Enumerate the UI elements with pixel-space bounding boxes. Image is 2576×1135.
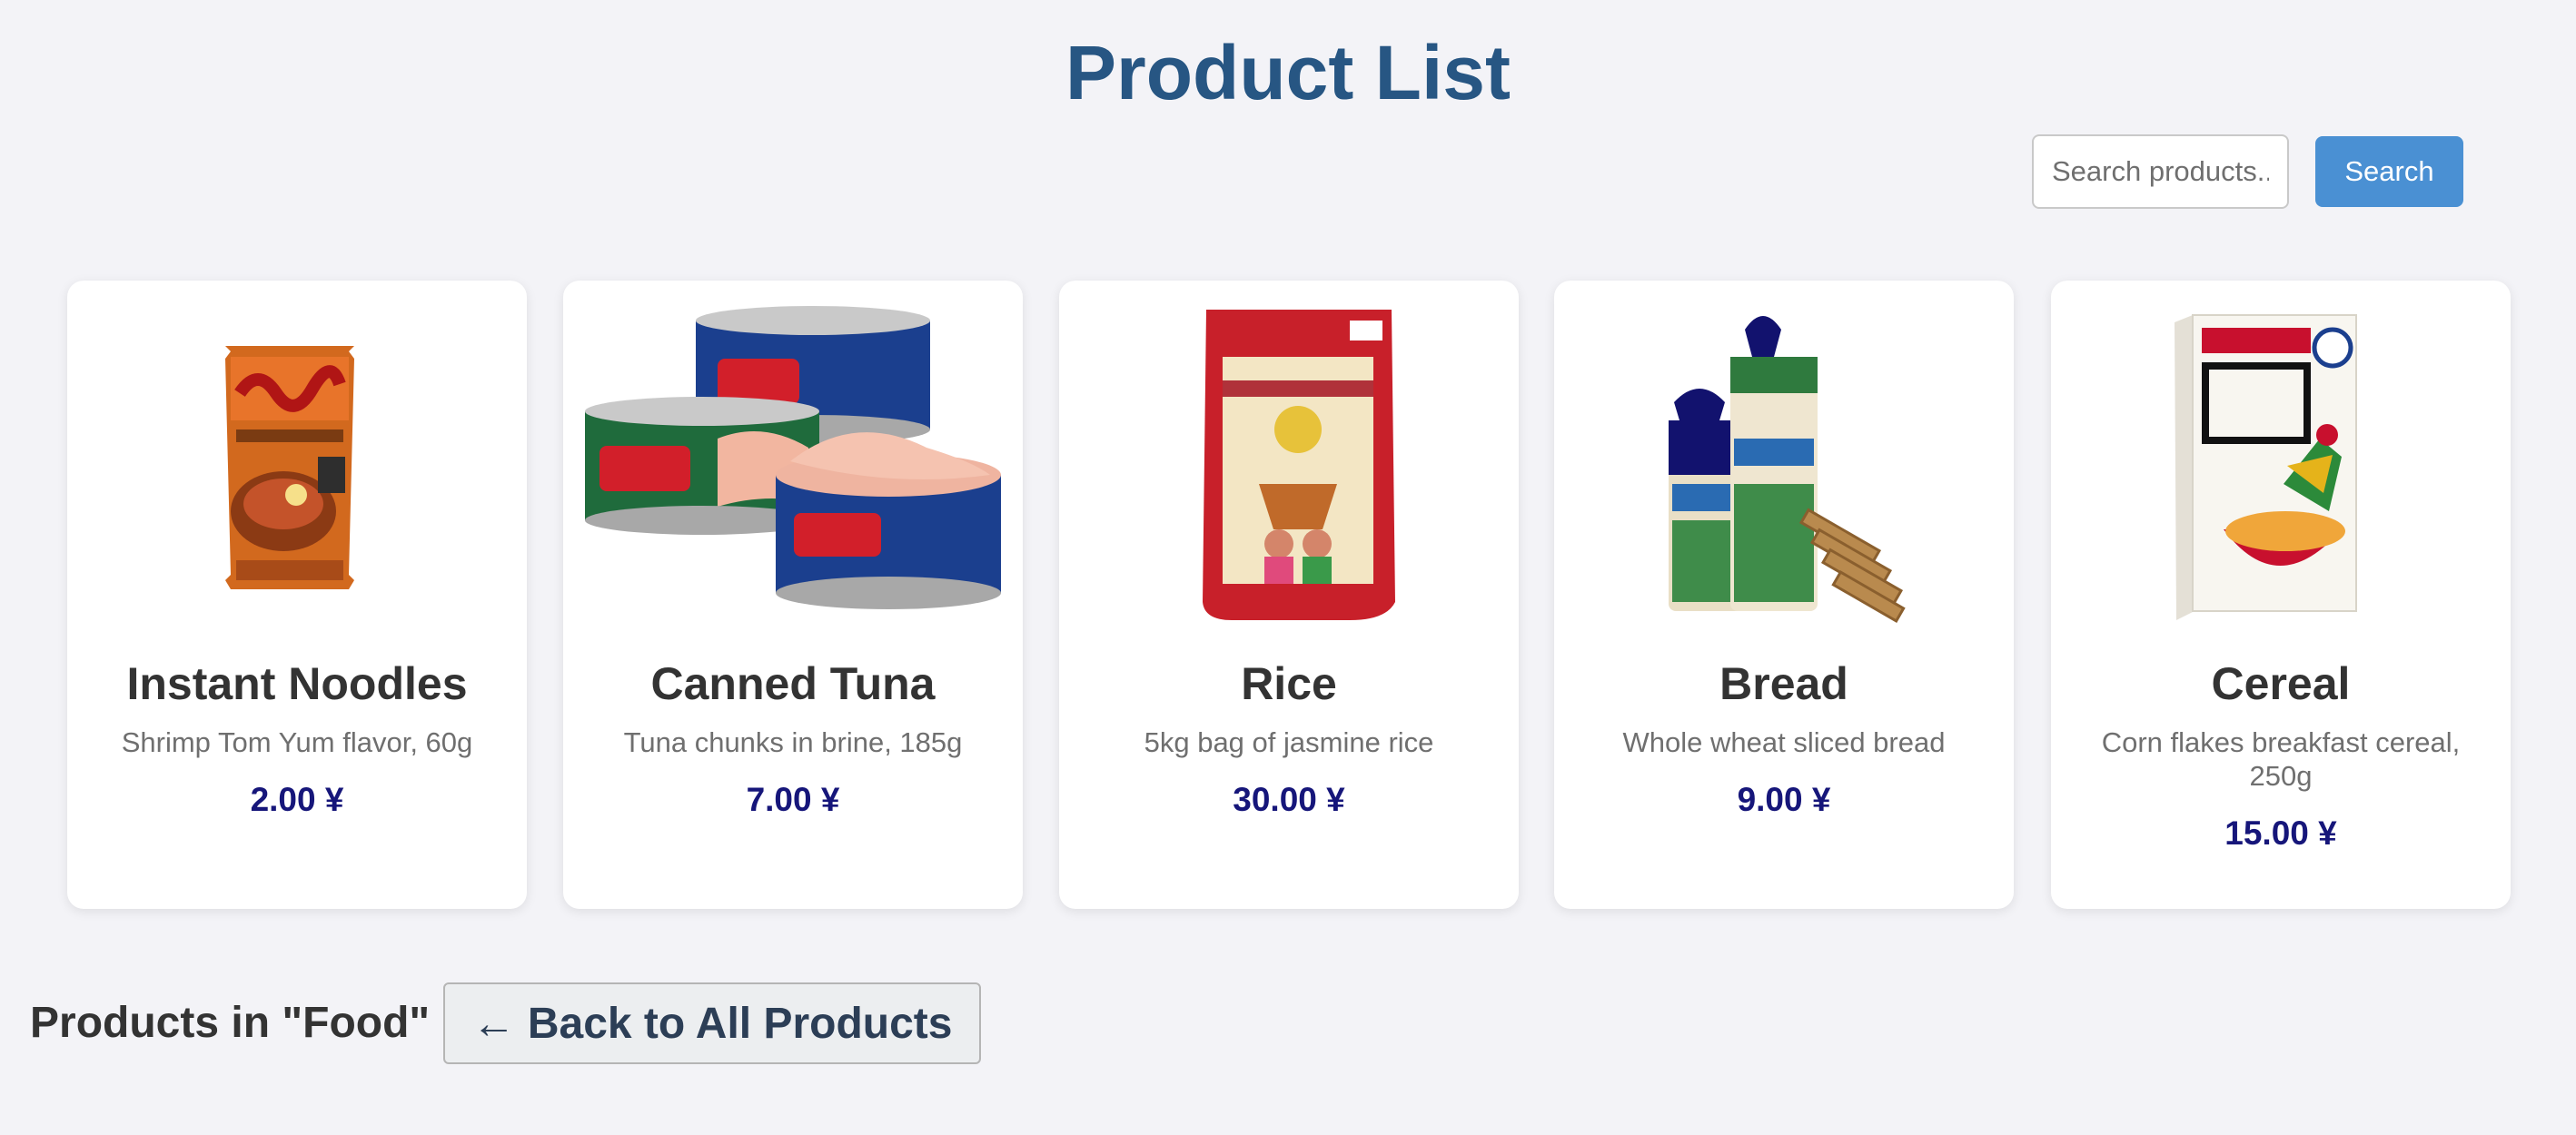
product-name: Rice <box>1241 658 1337 709</box>
product-card-canned-tuna[interactable]: Canned Tuna Tuna chunks in brine, 185g 7… <box>563 281 1023 909</box>
corn-flakes-image <box>2069 302 2492 624</box>
product-card-cereal[interactable]: Cereal Corn flakes breakfast cereal, 250… <box>2051 281 2511 909</box>
product-price: 30.00 ¥ <box>1233 781 1345 818</box>
canned-tuna-image <box>581 302 1005 624</box>
search-button[interactable]: Search <box>2315 136 2463 207</box>
product-name: Bread <box>1719 658 1848 709</box>
product-description: Corn flakes breakfast cereal, 250g <box>2101 726 2461 792</box>
product-card-bread[interactable]: Bread Whole wheat sliced bread 9.00 ¥ <box>1554 281 2014 909</box>
back-to-all-products-button[interactable]: ← Back to All Products <box>443 982 981 1064</box>
jasmine-rice-image <box>1077 302 1501 624</box>
sliced-bread-image <box>1572 302 1996 624</box>
product-description: 5kg bag of jasmine rice <box>1144 726 1434 758</box>
product-description: Whole wheat sliced bread <box>1622 726 1946 758</box>
product-card-instant-noodles[interactable]: Instant Noodles Shrimp Tom Yum flavor, 6… <box>67 281 527 909</box>
product-price: 15.00 ¥ <box>2224 814 2337 852</box>
product-card-rice[interactable]: Rice 5kg bag of jasmine rice 30.00 ¥ <box>1059 281 1519 909</box>
product-description: Tuna chunks in brine, 185g <box>623 726 963 758</box>
product-name: Canned Tuna <box>650 658 936 709</box>
instant-noodles-image <box>85 302 509 624</box>
product-price: 2.00 ¥ <box>250 781 344 818</box>
category-heading: Products in "Food" <box>30 999 431 1047</box>
page-title: Product List <box>1065 30 1511 115</box>
product-name: Cereal <box>2211 658 2351 709</box>
product-description: Shrimp Tom Yum flavor, 60g <box>121 726 473 758</box>
product-price: 7.00 ¥ <box>746 781 840 818</box>
product-name: Instant Noodles <box>126 658 468 709</box>
product-list-page: Product List Search Instant Noodles <box>0 0 2576 1135</box>
product-price: 9.00 ¥ <box>1737 781 1831 818</box>
search-input[interactable] <box>2032 134 2289 209</box>
